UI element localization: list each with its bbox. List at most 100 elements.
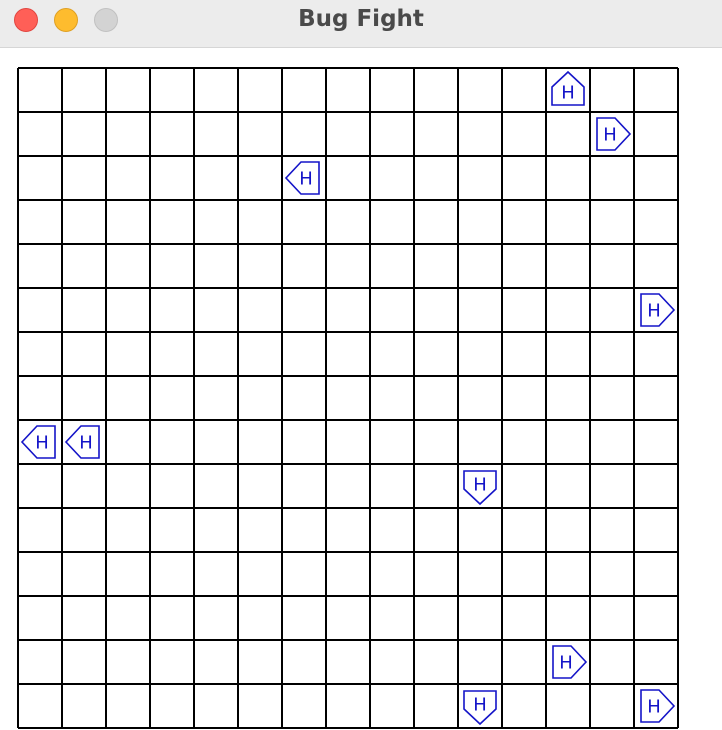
board-cell[interactable] (18, 156, 62, 200)
board-cell[interactable] (414, 420, 458, 464)
board-cell[interactable] (62, 68, 106, 112)
board-cell[interactable] (282, 376, 326, 420)
board-cell[interactable] (458, 508, 502, 552)
board-cell[interactable] (414, 244, 458, 288)
board-cell[interactable] (282, 288, 326, 332)
board-cell[interactable] (634, 596, 678, 640)
board-cell[interactable] (238, 684, 282, 728)
board-cell[interactable] (590, 684, 634, 728)
board-cell[interactable] (502, 288, 546, 332)
board-cell[interactable] (326, 596, 370, 640)
board-cell[interactable] (590, 596, 634, 640)
board-cell[interactable] (634, 68, 678, 112)
board-cell[interactable] (634, 244, 678, 288)
board-cell[interactable] (282, 552, 326, 596)
board-cell[interactable] (106, 552, 150, 596)
board-cell[interactable] (106, 420, 150, 464)
board-cell[interactable] (502, 68, 546, 112)
board-cell[interactable] (458, 112, 502, 156)
board-cell[interactable] (370, 376, 414, 420)
board-cell[interactable] (458, 640, 502, 684)
board-cell[interactable] (546, 288, 590, 332)
board-cell[interactable] (502, 156, 546, 200)
board-cell[interactable] (326, 68, 370, 112)
board-cell[interactable] (194, 640, 238, 684)
board-cell[interactable] (150, 244, 194, 288)
board-cell[interactable] (370, 200, 414, 244)
board-cell[interactable] (546, 376, 590, 420)
board-cell[interactable] (194, 156, 238, 200)
board-cell[interactable] (370, 552, 414, 596)
board-cell[interactable] (238, 112, 282, 156)
board-cell[interactable] (150, 112, 194, 156)
board-cell[interactable] (18, 552, 62, 596)
board-cell[interactable] (502, 112, 546, 156)
board-cell[interactable] (458, 244, 502, 288)
board-cell[interactable] (634, 420, 678, 464)
board-cell[interactable] (546, 156, 590, 200)
board-cell[interactable] (458, 156, 502, 200)
board-cell[interactable] (326, 420, 370, 464)
board-cell[interactable] (150, 68, 194, 112)
board-cell[interactable] (62, 596, 106, 640)
board-cell[interactable] (458, 332, 502, 376)
board-cell[interactable] (590, 640, 634, 684)
board-cell[interactable] (194, 508, 238, 552)
board-cell[interactable] (150, 420, 194, 464)
board-cell[interactable] (414, 596, 458, 640)
board-cell[interactable] (282, 596, 326, 640)
board-cell[interactable] (546, 596, 590, 640)
board-cell[interactable] (194, 464, 238, 508)
board-cell[interactable] (326, 684, 370, 728)
board-cell[interactable] (590, 68, 634, 112)
board-cell[interactable] (62, 640, 106, 684)
board-cell[interactable] (370, 684, 414, 728)
board-cell[interactable] (502, 684, 546, 728)
board-cell[interactable] (634, 156, 678, 200)
board-cell[interactable] (282, 420, 326, 464)
board-cell[interactable] (150, 596, 194, 640)
board-cell[interactable] (546, 464, 590, 508)
board-cell[interactable] (194, 68, 238, 112)
board-cell[interactable] (590, 156, 634, 200)
board-cell[interactable] (282, 640, 326, 684)
board-cell[interactable] (590, 288, 634, 332)
board-cell[interactable] (546, 200, 590, 244)
board-cell[interactable] (458, 552, 502, 596)
board-cell[interactable] (634, 552, 678, 596)
board-cell[interactable] (18, 376, 62, 420)
board-cell[interactable] (106, 596, 150, 640)
board-cell[interactable] (370, 112, 414, 156)
board-cell[interactable] (194, 332, 238, 376)
board-cell[interactable] (590, 200, 634, 244)
board-cell[interactable] (282, 112, 326, 156)
board-cell[interactable] (370, 640, 414, 684)
board-cell[interactable] (18, 332, 62, 376)
board-cell[interactable] (326, 376, 370, 420)
board-cell[interactable] (106, 464, 150, 508)
board-cell[interactable] (502, 464, 546, 508)
board-cell[interactable] (546, 244, 590, 288)
board-cell[interactable] (194, 244, 238, 288)
board-cell[interactable] (18, 508, 62, 552)
board-cell[interactable] (18, 464, 62, 508)
board-cell[interactable] (238, 640, 282, 684)
board-cell[interactable] (238, 552, 282, 596)
board-cell[interactable] (370, 288, 414, 332)
board-cell[interactable] (62, 332, 106, 376)
board-cell[interactable] (326, 552, 370, 596)
board-cell[interactable] (634, 640, 678, 684)
board-cell[interactable] (238, 244, 282, 288)
board-cell[interactable] (150, 508, 194, 552)
board-cell[interactable] (458, 200, 502, 244)
board-cell[interactable] (62, 244, 106, 288)
board-cell[interactable] (106, 684, 150, 728)
board-cell[interactable] (282, 68, 326, 112)
board-cell[interactable] (106, 156, 150, 200)
board-cell[interactable] (106, 68, 150, 112)
board-cell[interactable] (414, 112, 458, 156)
board-cell[interactable] (106, 200, 150, 244)
board-cell[interactable] (150, 332, 194, 376)
board-cell[interactable] (18, 244, 62, 288)
title-bar[interactable]: Bug Fight (0, 0, 722, 48)
